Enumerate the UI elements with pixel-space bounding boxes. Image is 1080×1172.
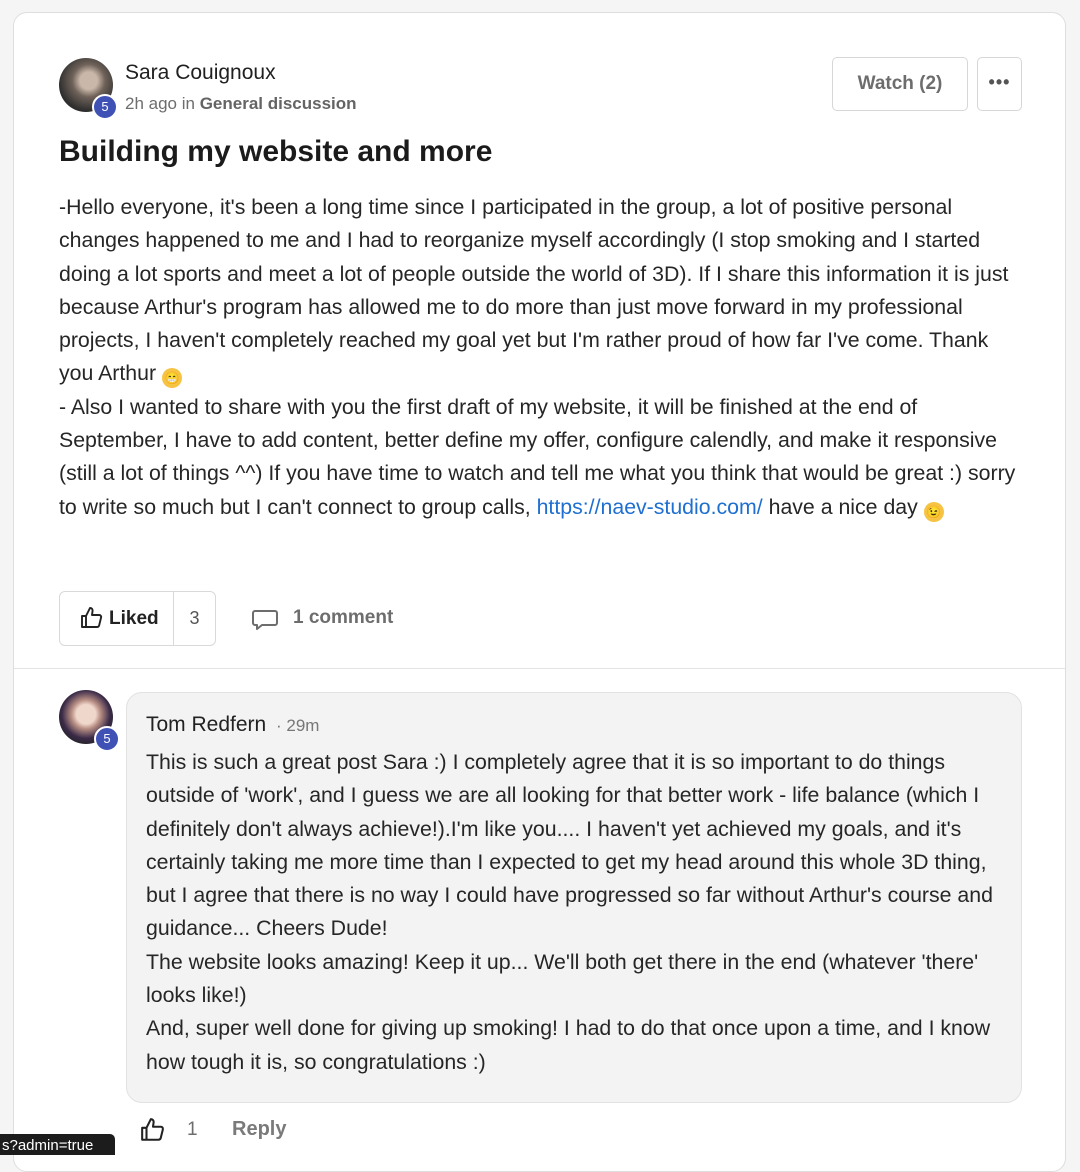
comment-time: · 29m xyxy=(276,716,320,735)
comment-bubble: Tom Redfern · 29m This is such a great p… xyxy=(126,692,1022,1103)
website-link[interactable]: https://naev-studio.com/ xyxy=(537,495,763,519)
grin-emoji-icon: 😁 xyxy=(162,368,182,389)
comment-paragraph: And, super well done for giving up smoki… xyxy=(146,1016,991,1074)
author-name[interactable]: Sara Couignoux xyxy=(125,61,276,85)
post-meta: 2h ago in General discussion xyxy=(125,94,357,114)
comment-paragraph: This is such a great post Sara :) I comp… xyxy=(146,750,993,941)
like-button[interactable]: Liked xyxy=(60,592,174,645)
comment-icon xyxy=(252,610,278,630)
post-paragraph-text: have a nice day xyxy=(768,494,918,519)
like-label: Liked xyxy=(109,608,159,629)
wink-emoji-icon: 😉 xyxy=(923,501,944,522)
level-badge: 5 xyxy=(94,726,120,752)
reply-button[interactable]: Reply xyxy=(232,1118,286,1141)
post-paragraph: - Also I wanted to share with you the fi… xyxy=(59,391,1024,524)
comment-count-label: 1 comment xyxy=(293,607,394,628)
like-count[interactable]: 3 xyxy=(174,592,215,645)
watch-button[interactable]: Watch (2) xyxy=(832,57,968,111)
thumbs-up-icon[interactable] xyxy=(140,1117,166,1143)
more-options-button[interactable]: ••• xyxy=(977,57,1022,111)
more-dots-icon: ••• xyxy=(988,72,1011,92)
post-time: 2h ago xyxy=(125,94,177,113)
post-paragraph: -Hello everyone, it's been a long time s… xyxy=(59,191,1024,391)
comment-like-count: 1 xyxy=(187,1119,198,1140)
post-in-word: in xyxy=(181,94,195,113)
comment-paragraph: The website looks amazing! Keep it up...… xyxy=(146,949,979,1008)
thumbs-up-icon xyxy=(81,607,103,628)
post-body: -Hello everyone, it's been a long time s… xyxy=(59,191,1024,524)
level-badge: 5 xyxy=(92,94,118,120)
post-category[interactable]: General discussion xyxy=(200,94,357,113)
post-paragraph-text: -Hello everyone, it's been a long time s… xyxy=(59,195,1009,386)
like-button-group: Liked 3 xyxy=(59,591,216,646)
comment-body: This is such a great post Sara :) I comp… xyxy=(146,746,1011,1079)
post-card: 5 Sara Couignoux 2h ago in General discu… xyxy=(13,12,1066,1172)
divider xyxy=(14,668,1065,669)
post-title: Building my website and more xyxy=(59,135,493,168)
status-url-tooltip: s?admin=true xyxy=(0,1134,115,1155)
commenter-name[interactable]: Tom Redfern xyxy=(146,713,266,737)
